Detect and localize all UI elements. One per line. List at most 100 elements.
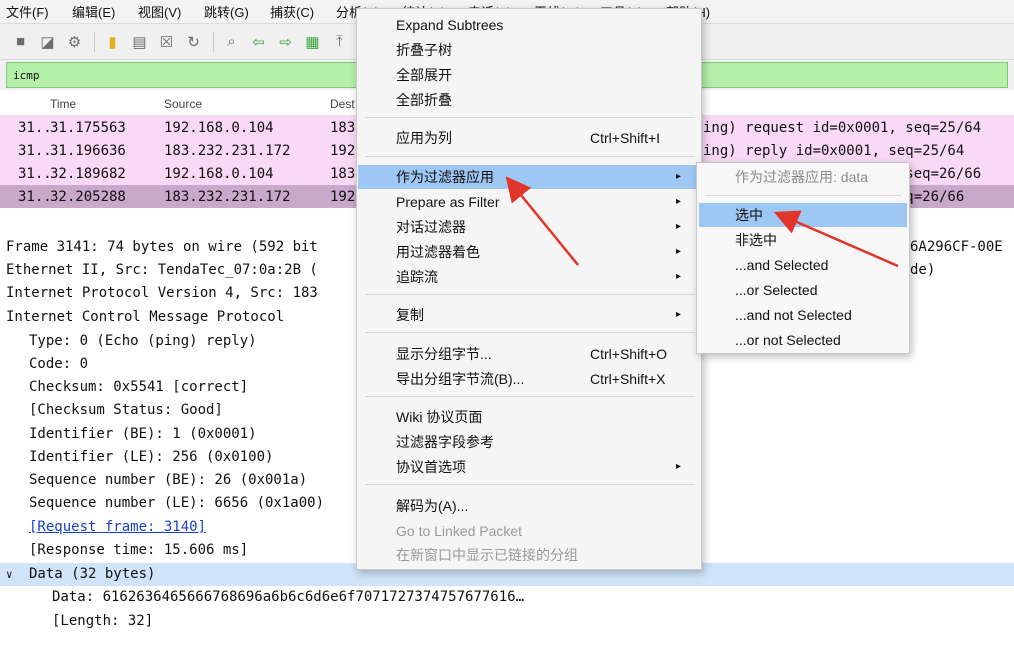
- packet-source: 192.168.0.104: [164, 165, 274, 182]
- menu-item-expand-all[interactable]: 全部展开: [358, 63, 700, 87]
- menu-separator: [705, 195, 901, 196]
- toolbar-separator: [94, 31, 95, 52]
- menu-separator: [365, 117, 695, 118]
- menu-item-label: 显示分组字节...: [396, 346, 492, 362]
- tree-item-label: Frame 3141: 74 bytes on wire (592 bit: [6, 239, 318, 255]
- chevron-down-icon[interactable]: ∨: [6, 563, 13, 586]
- go-first-icon[interactable]: ⤒: [327, 31, 352, 53]
- menu-item-label: 追踪流: [396, 269, 438, 285]
- menu-item-label: 折叠子树: [396, 42, 452, 58]
- menu-item-label: 复制: [396, 307, 424, 323]
- menu-item-colorize-with-filter[interactable]: 用过滤器着色 ▸: [358, 240, 700, 264]
- go-forward-icon[interactable]: ⇨: [273, 31, 298, 53]
- packet-no: 31..: [18, 119, 52, 136]
- menu-item-label: Prepare as Filter: [396, 194, 500, 210]
- packet-time: 31.175563: [50, 119, 126, 136]
- menu-item-collapse-subtrees[interactable]: 折叠子树: [358, 38, 700, 62]
- menu-item-prepare-as-filter[interactable]: Prepare as Filter ▸: [358, 190, 700, 214]
- menu-item-label: 协议首选项: [396, 459, 466, 475]
- go-to-packet-icon[interactable]: ▦: [300, 31, 325, 53]
- menu-item-shortcut: Ctrl+Shift+I: [590, 130, 661, 146]
- menu-item-protocol-preferences[interactable]: 协议首选项 ▸: [358, 455, 700, 479]
- restart-capture-icon[interactable]: ◪: [35, 31, 60, 53]
- menu-separator: [365, 156, 695, 157]
- menu-item-conversation-filter[interactable]: 对话过滤器 ▸: [358, 215, 700, 239]
- menu-separator: [365, 484, 695, 485]
- submenu-arrow-icon: ▸: [676, 196, 682, 207]
- menu-item-expand-subtrees[interactable]: Expand Subtrees: [358, 13, 700, 37]
- menu-item-label: 对话过滤器: [396, 219, 466, 235]
- apply-as-filter-submenu: 作为过滤器应用: data 选中 非选中 ...and Selected ...…: [696, 162, 910, 354]
- column-header-time[interactable]: Time: [50, 97, 164, 111]
- submenu-item-and-selected[interactable]: ...and Selected: [699, 253, 907, 277]
- packet-time: 31.196636: [50, 142, 126, 159]
- submenu-item-or-selected[interactable]: ...or Selected: [699, 278, 907, 302]
- column-header-source[interactable]: Source: [164, 97, 330, 111]
- menu-item-show-linked-packet-new-window: 在新窗口中显示已链接的分组: [358, 543, 700, 567]
- menu-item-shortcut: Ctrl+Shift+X: [590, 371, 666, 387]
- menu-capture[interactable]: 捕获(C): [270, 2, 330, 21]
- submenu-item-and-not-selected[interactable]: ...and not Selected: [699, 303, 907, 327]
- find-packet-icon[interactable]: ⌕: [219, 31, 244, 53]
- menu-item-label: Expand Subtrees: [396, 17, 504, 33]
- submenu-arrow-icon: ▸: [676, 461, 682, 472]
- menu-item-label: 作为过滤器应用: [396, 169, 494, 185]
- packet-no: 31..: [18, 188, 52, 205]
- menu-item-apply-as-filter[interactable]: 作为过滤器应用 ▸: [358, 165, 700, 189]
- packet-source: 183.232.231.172: [164, 142, 291, 159]
- menu-item-follow-stream[interactable]: 追踪流 ▸: [358, 265, 700, 289]
- packet-time: 32.189682: [50, 165, 126, 182]
- submenu-item-not-selected[interactable]: 非选中: [699, 228, 907, 252]
- capture-options-icon[interactable]: ⚙: [62, 31, 87, 53]
- stop-capture-icon[interactable]: ■: [8, 31, 33, 53]
- menu-item-copy[interactable]: 复制 ▸: [358, 303, 700, 327]
- submenu-arrow-icon: ▸: [676, 221, 682, 232]
- tree-item-label: Data (32 bytes): [29, 566, 156, 582]
- menu-item-label: 导出分组字节流(B)...: [396, 371, 525, 387]
- tree-item-label-tail: 6A296CF-00E: [910, 239, 1003, 255]
- menu-item-collapse-all[interactable]: 全部折叠: [358, 88, 700, 112]
- go-back-icon[interactable]: ⇦: [246, 31, 271, 53]
- menu-view[interactable]: 视图(V): [138, 2, 198, 21]
- menu-item-show-packet-bytes[interactable]: 显示分组字节... Ctrl+Shift+O: [358, 342, 700, 366]
- menu-item-label: Wiki 协议页面: [396, 409, 483, 425]
- menu-separator: [365, 332, 695, 333]
- submenu-arrow-icon: ▸: [676, 171, 682, 182]
- menu-separator: [365, 294, 695, 295]
- menu-item-apply-as-column[interactable]: 应用为列 Ctrl+Shift+I: [358, 126, 700, 150]
- context-menu: Expand Subtrees 折叠子树 全部展开 全部折叠 应用为列 Ctrl…: [356, 8, 702, 570]
- menu-item-filter-field-reference[interactable]: 过滤器字段参考: [358, 430, 700, 454]
- menu-item-label: Go to Linked Packet: [396, 523, 523, 539]
- menu-item-label: 解码为(A)...: [396, 498, 469, 514]
- packet-source: 192.168.0.104: [164, 119, 274, 136]
- menu-item-go-to-linked-packet: Go to Linked Packet: [358, 519, 700, 543]
- packet-info: ing) reply id=0x0001, seq=25/64: [703, 142, 965, 159]
- tree-item-length[interactable]: [Length: 32]: [0, 610, 1014, 633]
- menu-file[interactable]: 文件(F): [6, 2, 66, 21]
- menu-go[interactable]: 跳转(G): [204, 2, 264, 21]
- save-file-icon[interactable]: ▤: [127, 31, 152, 53]
- close-file-icon[interactable]: ☒: [154, 31, 179, 53]
- toolbar-separator: [213, 31, 214, 52]
- menu-item-decode-as[interactable]: 解码为(A)...: [358, 494, 700, 518]
- open-file-icon[interactable]: ▮: [100, 31, 125, 53]
- submenu-arrow-icon: ▸: [676, 309, 682, 320]
- menu-item-label: 用过滤器着色: [396, 244, 480, 260]
- menu-item-wiki-protocol-page[interactable]: Wiki 协议页面: [358, 405, 700, 429]
- menu-item-label: 在新窗口中显示已链接的分组: [396, 547, 578, 563]
- packet-no: 31..: [18, 142, 52, 159]
- reload-file-icon[interactable]: ↻: [181, 31, 206, 53]
- menu-item-export-packet-bytes[interactable]: 导出分组字节流(B)... Ctrl+Shift+X: [358, 367, 700, 391]
- packet-source: 183.232.231.172: [164, 188, 291, 205]
- submenu-item-selected[interactable]: 选中: [699, 203, 907, 227]
- submenu-arrow-icon: ▸: [676, 271, 682, 282]
- menu-item-label: 全部展开: [396, 67, 452, 83]
- submenu-arrow-icon: ▸: [676, 246, 682, 257]
- submenu-item-or-not-selected[interactable]: ...or not Selected: [699, 328, 907, 352]
- menu-item-label: 全部折叠: [396, 92, 452, 108]
- tree-item-data-value[interactable]: Data: 6162636465666768696a6b6c6d6e6f7071…: [0, 586, 1014, 609]
- packet-info: ing) request id=0x0001, seq=25/64: [703, 119, 982, 136]
- tree-item-label-tail: de): [910, 262, 936, 278]
- request-frame-link[interactable]: [Request frame: 3140]: [29, 519, 206, 535]
- menu-edit[interactable]: 编辑(E): [72, 2, 132, 21]
